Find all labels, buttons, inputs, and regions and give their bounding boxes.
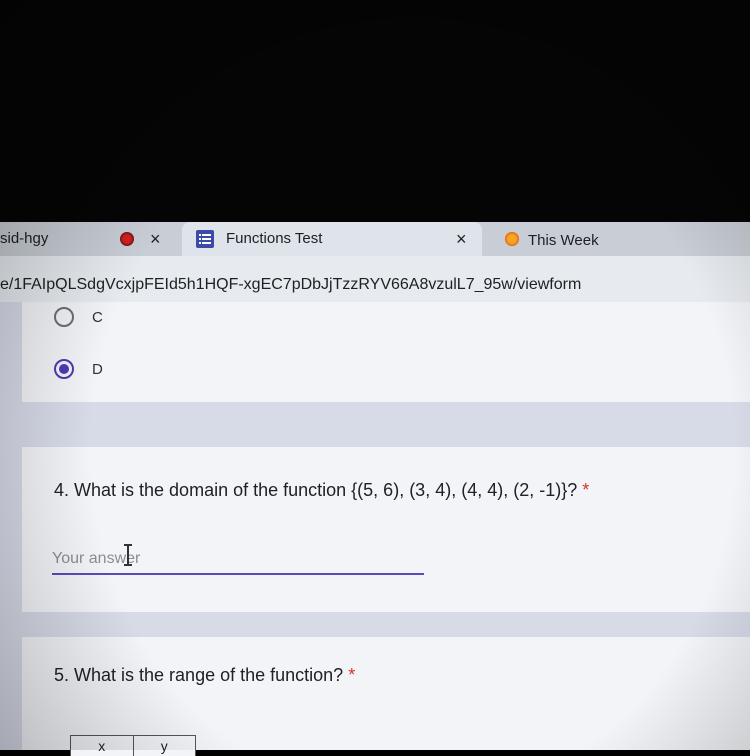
- google-forms-icon: [196, 230, 214, 248]
- function-table: x y: [70, 735, 196, 756]
- sun-icon: [504, 231, 520, 247]
- question-card-4: 4. What is the domain of the function {(…: [22, 447, 750, 612]
- text-cursor-icon: [124, 544, 137, 566]
- question-text: 4. What is the domain of the function {(…: [54, 480, 578, 500]
- question-card-3: C D: [22, 302, 750, 402]
- browser-tab-bar: sid-hgy × Functions Test × This Week: [0, 222, 750, 256]
- tab-title: Functions Test: [226, 230, 323, 247]
- question-card-5: 5. What is the range of the function? * …: [22, 637, 750, 756]
- close-icon[interactable]: ×: [150, 230, 161, 248]
- address-bar[interactable]: e/1FAIpQLSdgVcxjpFEId5h1HQF-xgEC7pDbJjTz…: [0, 256, 750, 303]
- required-marker: *: [348, 665, 356, 685]
- tab-sid-hgy[interactable]: sid-hgy ×: [0, 222, 180, 256]
- tab-title: This Week: [528, 232, 599, 249]
- option-label-c: C: [92, 309, 103, 326]
- radio-option-c[interactable]: [54, 307, 74, 327]
- option-label-d: D: [92, 361, 103, 378]
- screen-bezel: [0, 0, 750, 222]
- question-text: 5. What is the range of the function?: [54, 665, 344, 685]
- tab-this-week[interactable]: This Week: [492, 222, 750, 256]
- answer-input[interactable]: [52, 545, 424, 575]
- table-header-x: x: [71, 736, 134, 756]
- form-page: C D 4. What is the domain of the functio…: [0, 302, 750, 756]
- tab-title: sid-hgy: [0, 230, 49, 247]
- close-icon[interactable]: ×: [456, 230, 467, 248]
- url-text[interactable]: e/1FAIpQLSdgVcxjpFEId5h1HQF-xgEC7pDbJjTz…: [0, 276, 581, 294]
- required-marker: *: [582, 480, 590, 500]
- question-4-title: 4. What is the domain of the function {(…: [54, 480, 589, 501]
- record-icon: [120, 232, 134, 246]
- question-5-title: 5. What is the range of the function? *: [54, 665, 355, 686]
- radio-option-d[interactable]: [54, 359, 74, 379]
- tab-functions-test[interactable]: Functions Test ×: [182, 222, 482, 256]
- table-header-y: y: [160, 738, 168, 754]
